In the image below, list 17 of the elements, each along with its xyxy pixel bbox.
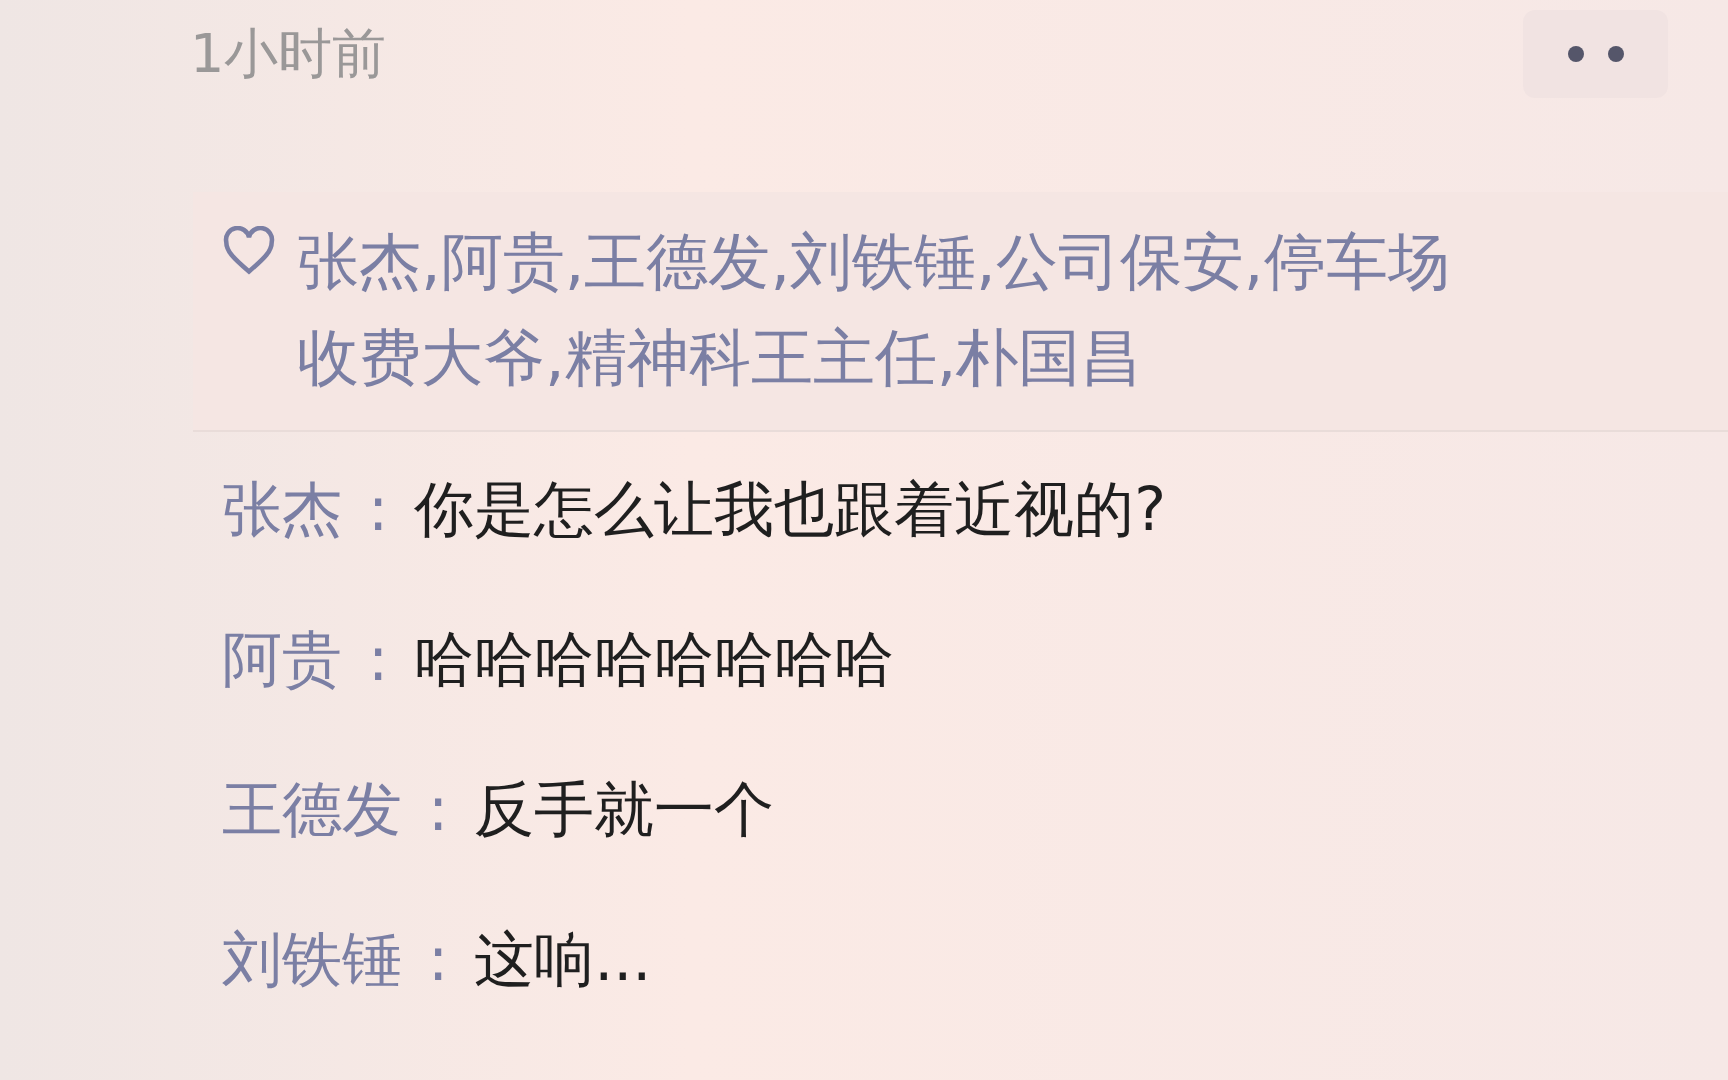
comment-author[interactable]: 张杰 xyxy=(222,466,342,552)
heart-icon xyxy=(221,226,277,276)
comment-author[interactable]: 阿贵 xyxy=(222,616,342,702)
comment-text: 哈哈哈哈哈哈哈哈 xyxy=(414,623,895,696)
comment-separator: : xyxy=(428,923,449,996)
comment-author[interactable]: 刘铁锤 xyxy=(222,916,402,1002)
more-icon xyxy=(1565,44,1626,64)
comment-author[interactable]: 王德发 xyxy=(222,766,402,852)
timestamp: 1小时前 xyxy=(190,20,387,87)
comment-separator: : xyxy=(428,773,449,846)
comment-separator: : xyxy=(368,473,389,546)
more-button[interactable] xyxy=(1523,10,1668,98)
comment-text: 这响... xyxy=(474,923,652,996)
comment-separator: : xyxy=(368,623,389,696)
liker-names: 张杰,阿贵,王德发,刘铁锤,公司保安,停车场收费大爷,精神科王主任,朴国昌 xyxy=(297,224,1451,396)
comment-text: 你是怎么让我也跟着近视的? xyxy=(414,473,1167,546)
comment-text: 反手就一个 xyxy=(474,773,775,846)
